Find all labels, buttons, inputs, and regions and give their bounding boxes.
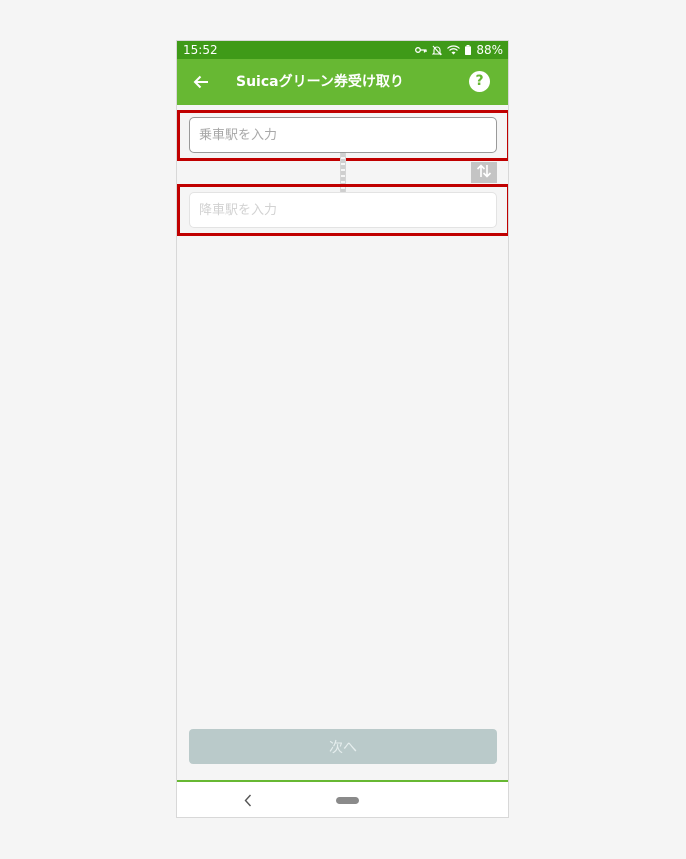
notifications-off-icon (432, 45, 443, 56)
battery-percent: 88% (476, 43, 503, 57)
status-time: 15:52 (183, 43, 218, 57)
departure-station-input[interactable] (189, 117, 497, 153)
swap-stations-button[interactable] (471, 162, 497, 183)
status-icons: 88% (415, 43, 503, 57)
arrival-station-input[interactable] (189, 192, 497, 228)
home-pill-icon[interactable] (336, 797, 359, 804)
app-bar: Suicaグリーン券受け取り ? (177, 59, 508, 105)
page-title: Suicaグリーン券受け取り (236, 74, 404, 90)
battery-icon (465, 45, 472, 55)
phone-screen: 15:52 88% Suicaグリーン券受け取り ? 乗車駅を入力 降車駅を入力… (176, 40, 509, 818)
help-icon[interactable]: ? (469, 71, 490, 92)
nav-back-icon[interactable] (241, 792, 255, 808)
swap-vertical-icon (476, 163, 492, 182)
route-connector (340, 153, 346, 192)
vpn-key-icon (415, 46, 427, 54)
status-bar: 15:52 88% (177, 41, 508, 59)
wifi-icon (447, 45, 461, 55)
arrow-left-icon[interactable] (189, 70, 213, 94)
next-button[interactable]: 次へ (189, 729, 497, 764)
system-nav-bar (177, 780, 508, 817)
